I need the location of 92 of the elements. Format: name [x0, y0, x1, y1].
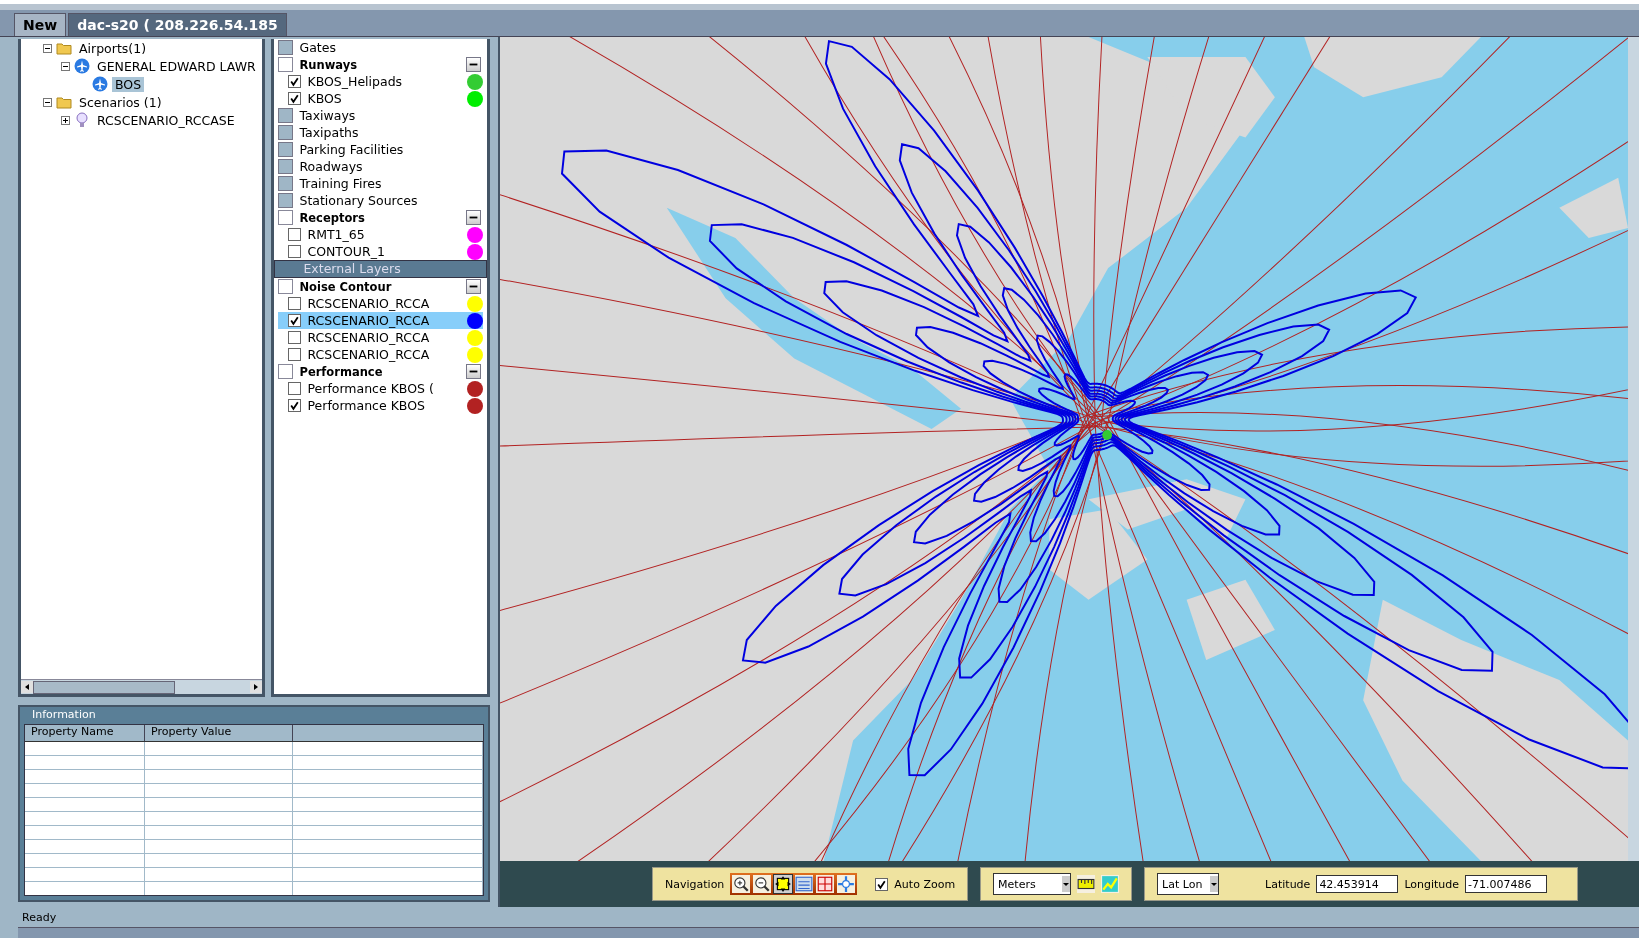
folder-icon [56, 94, 72, 110]
zoom-in-icon[interactable] [732, 875, 751, 893]
tree-item[interactable]: BOS [112, 76, 145, 92]
checkbox[interactable] [278, 210, 294, 225]
tree-item[interactable]: Airports(1) [76, 40, 149, 56]
layer-label: Training Fires [299, 176, 383, 191]
layer-item[interactable]: RCSCENARIO_RCCA [278, 329, 483, 346]
column-header[interactable]: Property Value [145, 725, 293, 741]
group-label: Receptors [299, 210, 366, 225]
units-dropdown[interactable]: Meters [993, 873, 1072, 895]
layers-icon[interactable] [795, 875, 814, 893]
horizontal-scrollbar[interactable] [18, 927, 1639, 938]
field-label: Longitude [1404, 877, 1460, 891]
coordinate-dropdown[interactable]: Lat Lon [1157, 873, 1220, 895]
toolbar-label: Navigation [665, 877, 725, 891]
map-drawing[interactable] [500, 37, 1628, 861]
airplane-icon [74, 58, 90, 74]
layer-label: Parking Facilities [299, 142, 405, 157]
layer-label: Performance KBOS ( [307, 381, 435, 396]
collapse-button[interactable] [466, 57, 481, 72]
zoom-out-icon[interactable] [753, 875, 772, 893]
collapse-button[interactable] [466, 279, 481, 294]
center-icon[interactable] [837, 875, 856, 893]
checkbox[interactable] [288, 382, 302, 395]
collapse-button[interactable] [466, 210, 481, 225]
tree-item[interactable]: GENERAL EDWARD LAWR [94, 58, 259, 74]
layer-label: RCSCENARIO_RCCA [307, 296, 431, 311]
layer-label: RCSCENARIO_RCCA [307, 313, 431, 328]
longitude-field[interactable]: -71.007486 [1465, 875, 1548, 893]
layer-label: Taxipaths [299, 125, 360, 140]
layer-item[interactable]: CONTOUR_1 [278, 243, 483, 260]
layer-item[interactable]: RCSCENARIO_RCCA [278, 312, 483, 329]
layer-label: Stationary Sources [299, 193, 419, 208]
checkbox[interactable] [288, 314, 302, 327]
layer-label: CONTOUR_1 [307, 244, 386, 259]
checkbox[interactable] [278, 279, 294, 294]
layer-item[interactable]: RCSCENARIO_RCCA [278, 295, 483, 312]
horizontal-scrollbar[interactable] [21, 679, 263, 694]
checkbox[interactable] [288, 297, 302, 310]
layer-label: Roadways [299, 159, 364, 174]
layer-item[interactable]: KBOS_Helipads [278, 73, 483, 90]
checkbox[interactable] [278, 57, 294, 72]
layer-item[interactable]: RMT1_65 [278, 226, 483, 243]
pan-icon[interactable] [774, 875, 793, 893]
checkbox[interactable] [288, 399, 302, 412]
layer-label: RMT1_65 [307, 227, 366, 242]
field-label: Latitude [1265, 877, 1311, 891]
checkbox[interactable] [288, 245, 302, 258]
column-header[interactable]: Property Name [25, 725, 145, 741]
layer-label: KBOS [307, 91, 343, 106]
expander-icon[interactable] [61, 115, 70, 125]
group-label: Performance [299, 364, 384, 379]
latitude-field[interactable]: 42.453914 [1316, 875, 1399, 893]
layer-label: KBOS_Helipads [307, 74, 404, 89]
layer-label: Taxiways [299, 108, 357, 123]
expander-icon[interactable] [61, 61, 70, 71]
checkbox[interactable] [288, 75, 302, 88]
ruler-icon[interactable] [1077, 875, 1096, 893]
tree-item[interactable]: RCSCENARIO_RCCASE [94, 112, 238, 128]
caret-icon [1210, 876, 1219, 892]
layer-item[interactable]: RCSCENARIO_RCCA [278, 346, 483, 363]
window-tab[interactable]: New [14, 13, 67, 36]
layer-label: Gates [299, 40, 337, 55]
expander-icon[interactable] [43, 43, 52, 53]
lightbulb-icon [74, 112, 90, 128]
expander-icon[interactable] [43, 97, 52, 107]
layer-item[interactable]: KBOS [278, 90, 483, 107]
layer-label: Performance KBOS [307, 398, 426, 413]
vertical-scrollbar[interactable] [1628, 37, 1639, 861]
extent-icon[interactable] [816, 875, 835, 893]
checkbox[interactable] [875, 877, 889, 891]
layer-label: RCSCENARIO_RCCA [307, 330, 431, 345]
collapse-button[interactable] [466, 364, 481, 379]
layer-label: RCSCENARIO_RCCA [307, 347, 431, 362]
checkbox[interactable] [288, 348, 302, 361]
airplane-icon [92, 76, 108, 92]
layer-item[interactable]: Performance KBOS [278, 397, 483, 414]
checkbox[interactable] [288, 331, 302, 344]
window-tab[interactable]: dac-s20 ( 208.226.54.185 [68, 13, 287, 36]
checkbox[interactable] [288, 92, 302, 105]
group-label: Runways [299, 57, 359, 72]
caret-icon [1062, 876, 1071, 892]
checkbox[interactable] [288, 228, 302, 241]
checkbox-label: Auto Zoom [894, 877, 956, 891]
checkbox[interactable] [278, 364, 294, 379]
folder-icon [56, 40, 72, 56]
status-text: Ready [21, 909, 58, 926]
tree-item[interactable]: Scenarios (1) [76, 94, 165, 110]
panel-title: Information [31, 707, 97, 723]
group-label: Noise Contour [299, 279, 393, 294]
section-header: External Layers [274, 260, 487, 278]
layer-item[interactable]: Performance KBOS ( [278, 380, 483, 397]
